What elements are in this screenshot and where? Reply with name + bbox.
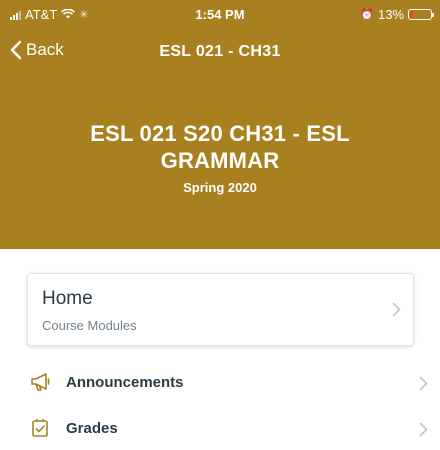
home-card[interactable]: Home Course Modules <box>27 273 414 346</box>
battery-percent: 13% <box>377 7 404 22</box>
nav-title: ESL 021 - CH31 <box>159 43 281 60</box>
course-header: AT&T ✳ 1:54 PM ⏰ 13% Back ESL 021 - CH31… <box>0 0 440 249</box>
home-title: Home <box>42 288 93 309</box>
menu-item-grades[interactable]: Grades <box>0 408 440 448</box>
chevron-right-icon <box>419 422 428 437</box>
course-term: Spring 2020 <box>183 180 257 195</box>
battery-icon <box>408 9 434 20</box>
chevron-right-icon <box>392 302 401 317</box>
grades-label: Grades <box>66 420 118 437</box>
status-bar: AT&T ✳ 1:54 PM ⏰ 13% <box>0 0 440 28</box>
announcements-label: Announcements <box>66 374 184 391</box>
navigation-bar: Back ESL 021 - CH31 <box>0 36 440 68</box>
megaphone-icon <box>30 372 52 397</box>
course-title: ESL 021 S20 CH31 - ESL GRAMMAR <box>90 121 350 173</box>
grades-icon <box>30 418 50 443</box>
home-subtitle: Course Modules <box>42 318 137 333</box>
alarm-icon: ⏰ <box>360 9 374 21</box>
menu-item-announcements[interactable]: Announcements <box>0 362 440 402</box>
chevron-right-icon <box>419 376 428 391</box>
status-right: ⏰ 13% <box>360 7 434 22</box>
